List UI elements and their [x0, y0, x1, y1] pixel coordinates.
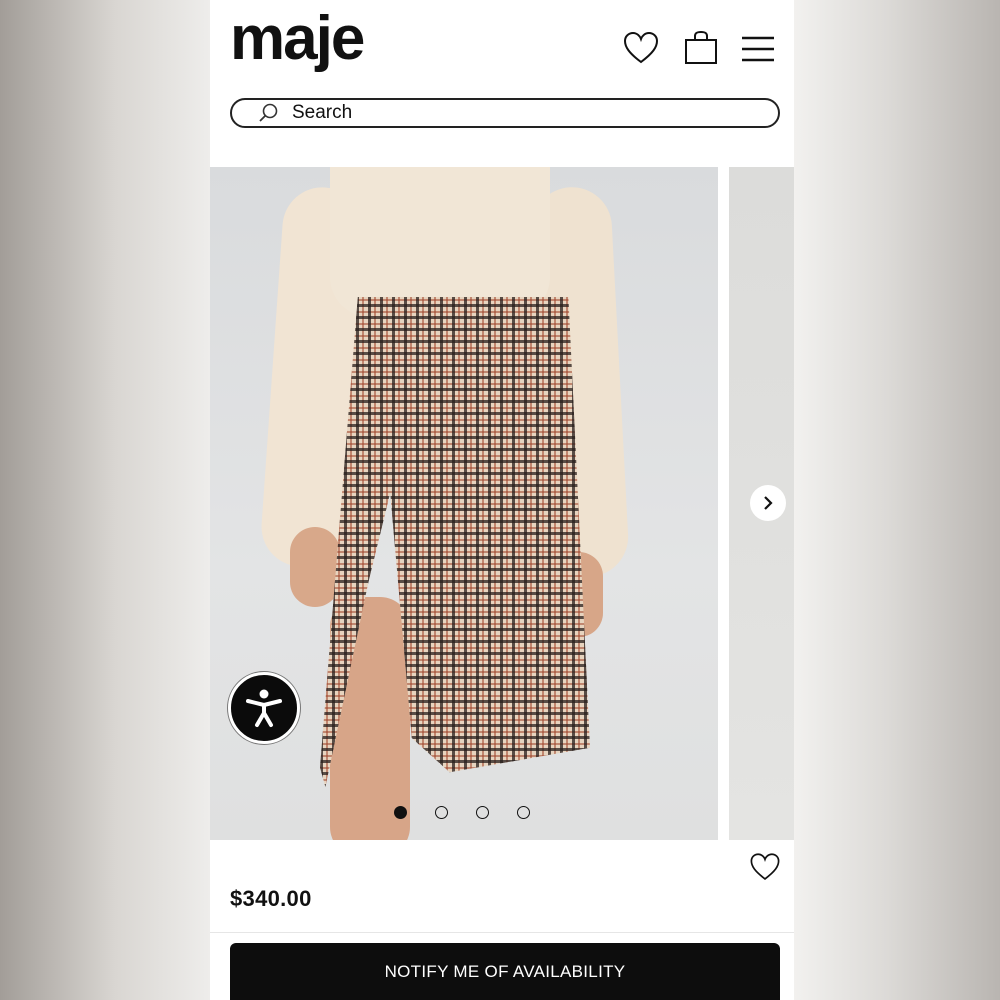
- search-icon[interactable]: [258, 102, 280, 124]
- pagination-dot[interactable]: [435, 806, 448, 819]
- notify-availability-button[interactable]: NOTIFY ME OF AVAILABILITY: [230, 943, 780, 1000]
- product-price: $340.00: [230, 886, 312, 911]
- pagination-dot[interactable]: [394, 806, 407, 819]
- search-bar[interactable]: [230, 98, 780, 128]
- background-blur-left: [0, 0, 210, 1000]
- pagination-dot[interactable]: [517, 806, 530, 819]
- product-image[interactable]: [210, 167, 718, 840]
- sweater: [330, 167, 550, 317]
- divider: [210, 932, 794, 933]
- heart-icon[interactable]: [748, 850, 782, 884]
- hamburger-menu-icon[interactable]: [738, 28, 778, 68]
- accessibility-icon: [246, 689, 282, 727]
- chevron-right-icon: [764, 496, 773, 510]
- heart-icon[interactable]: [621, 28, 661, 68]
- brand-logo[interactable]: maje: [230, 8, 365, 70]
- shopping-bag-icon[interactable]: [681, 28, 721, 68]
- accessibility-button[interactable]: [228, 672, 300, 744]
- hand-left: [290, 527, 340, 607]
- mobile-page: maje Search $340.00 NOTIFY ME OF AVAILAB…: [210, 0, 794, 1000]
- pagination-dot[interactable]: [476, 806, 489, 819]
- search-input[interactable]: [290, 101, 734, 125]
- image-pagination: [394, 806, 530, 819]
- background-blur-right: [794, 0, 1000, 1000]
- next-image-button[interactable]: [750, 485, 786, 521]
